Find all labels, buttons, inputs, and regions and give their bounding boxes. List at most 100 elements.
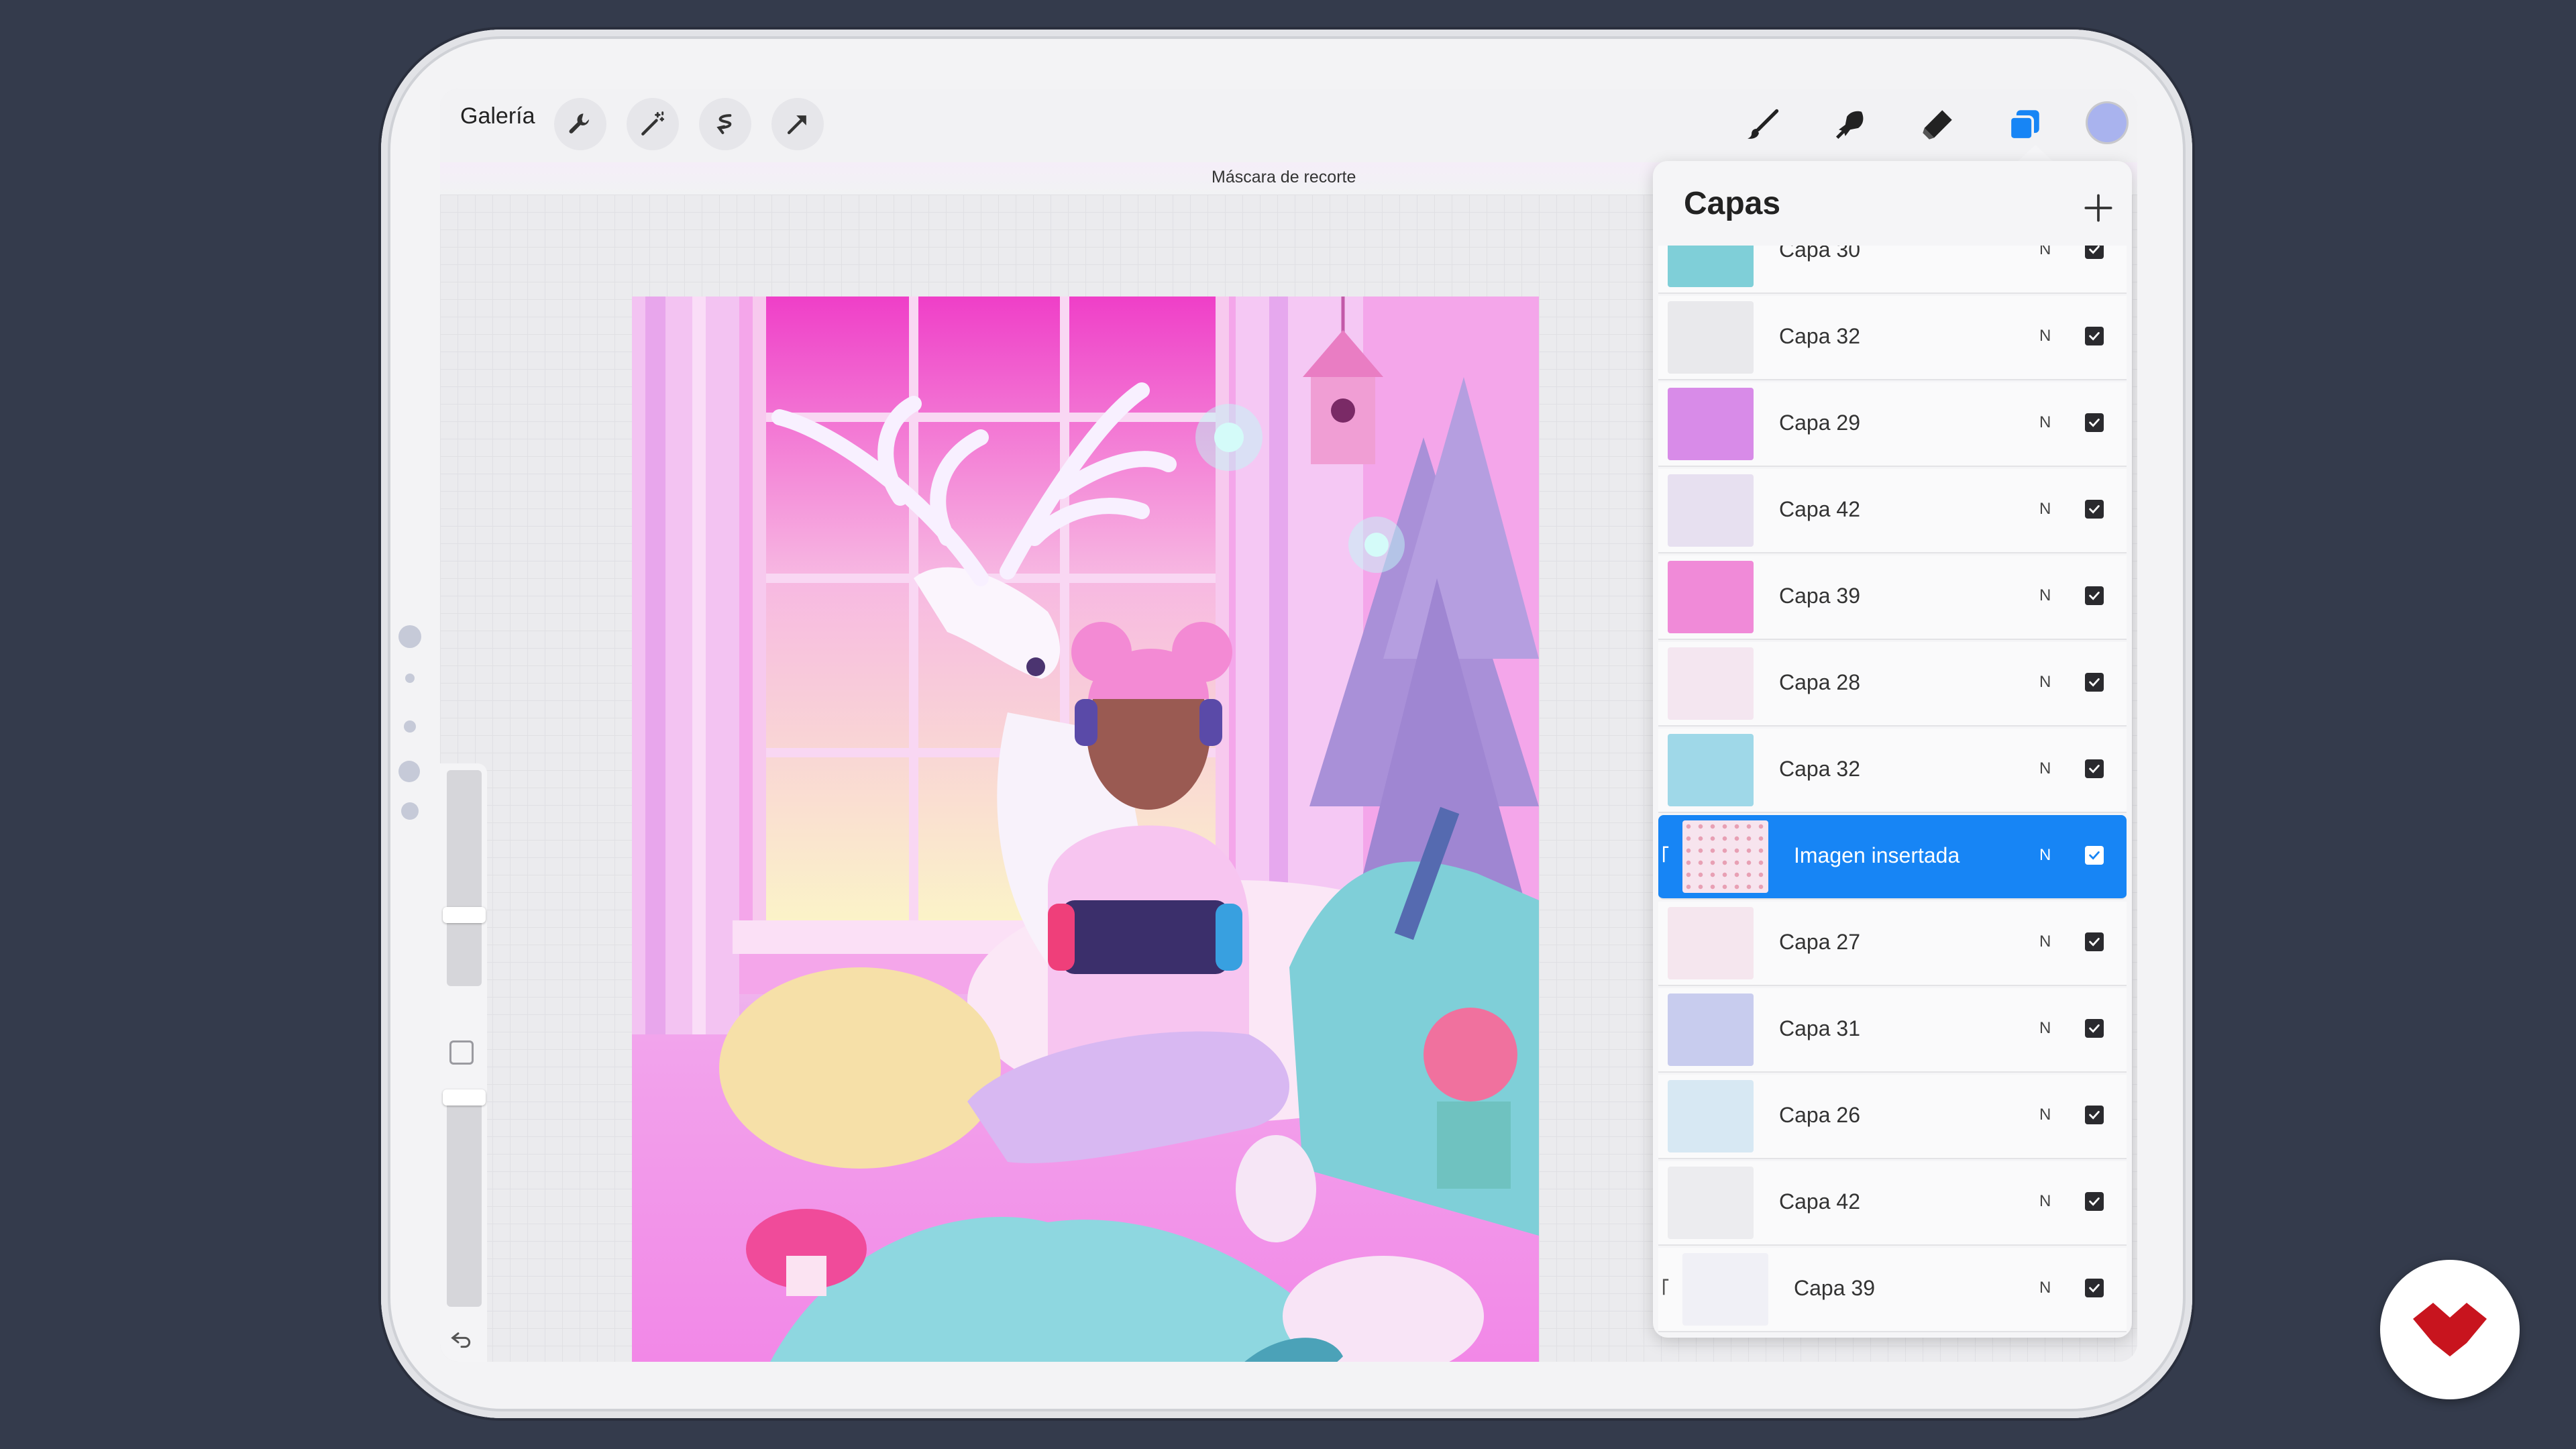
decorative-dot [404,720,416,733]
decorative-dot [398,761,420,782]
layer-blend-mode-button[interactable]: N [2039,932,2051,951]
layer-blend-mode-button[interactable]: N [2039,246,2051,259]
layer-visibility-checkbox[interactable] [2085,500,2104,519]
checkmark-icon [2089,851,2100,860]
layer-blend-mode-button[interactable]: N [2039,673,2051,692]
layer-blend-mode-button[interactable]: N [2039,586,2051,605]
brush-size-slider[interactable] [447,770,482,986]
smudge-tool-button[interactable] [1823,98,1877,152]
eyedropper-button[interactable] [449,1040,474,1065]
layers-tool-button[interactable] [1998,98,2051,152]
layer-row[interactable]: Capa 28 N [1658,642,2127,727]
layer-visibility-checkbox[interactable] [2085,932,2104,951]
layer-row[interactable]: Capa 31 N [1658,988,2127,1073]
layer-blend-mode-button[interactable]: N [2039,413,2051,432]
checkmark-icon [2089,765,2100,773]
layer-thumbnail[interactable] [1682,1253,1768,1326]
layer-blend-mode-button[interactable]: N [2039,846,2051,865]
layer-thumbnail[interactable] [1668,1167,1754,1239]
decorative-dot [401,802,419,820]
layer-blend-mode-button[interactable]: N [2039,759,2051,778]
layer-thumbnail[interactable] [1668,561,1754,633]
illustration [632,297,1539,1362]
brush-size-thumb[interactable] [443,907,486,923]
layer-visibility-checkbox[interactable] [2085,246,2104,259]
layer-blend-mode-button[interactable]: N [2039,1192,2051,1211]
layer-thumbnail[interactable] [1668,301,1754,374]
checkmark-icon [2089,1024,2100,1033]
layer-thumbnail[interactable] [1668,1080,1754,1152]
actions-wrench-button[interactable] [554,98,606,150]
layer-visibility-checkbox[interactable] [2085,673,2104,692]
plus-icon[interactable] [2080,189,2117,227]
procreate-screen: Galería Máscara de recorte Capas Capa 30… [440,89,2137,1362]
layer-visibility-checkbox[interactable] [2085,846,2104,865]
canvas-artwork[interactable] [632,297,1539,1362]
selection-button[interactable] [699,98,751,150]
checkmark-icon [2089,505,2100,514]
eraser-tool-button[interactable] [1911,98,1964,152]
checkmark-icon [2089,1197,2100,1206]
layer-row[interactable]: Capa 27 N [1658,902,2127,986]
layer-blend-mode-button[interactable]: N [2039,1019,2051,1038]
checkmark-icon [2089,1111,2100,1120]
layer-thumbnail[interactable] [1668,734,1754,806]
transform-button[interactable] [771,98,824,150]
layer-thumbnail[interactable] [1668,246,1754,287]
layer-thumbnail[interactable] [1682,820,1768,893]
layer-row[interactable]: Imagen insertada N [1658,815,2127,900]
layer-visibility-checkbox[interactable] [2085,759,2104,778]
undo-icon[interactable] [448,1326,475,1352]
layer-visibility-checkbox[interactable] [2085,413,2104,432]
clipping-mask-arrow-icon [1662,846,1669,863]
clipping-mask-arrow-icon [1662,1279,1669,1295]
checkmark-icon [2089,592,2100,600]
brush-tool-button[interactable] [1736,98,1790,152]
gallery-button[interactable]: Galería [460,103,535,129]
layer-row[interactable]: Capa 32 N [1658,729,2127,813]
layer-blend-mode-button[interactable]: N [2039,1279,2051,1297]
layer-visibility-checkbox[interactable] [2085,1106,2104,1124]
checkmark-icon [2089,246,2100,254]
color-picker-button[interactable] [2088,103,2127,142]
layer-blend-mode-button[interactable]: N [2039,1106,2051,1124]
layer-name: Capa 29 [1779,411,1860,435]
layer-name: Imagen insertada [1794,843,1960,867]
layer-thumbnail[interactable] [1668,474,1754,547]
brush-opacity-thumb[interactable] [443,1089,486,1106]
adjustments-button[interactable] [627,98,679,150]
layer-row[interactable]: Capa 32 N [1658,296,2127,380]
layers-list[interactable]: Capa 30 N Capa 32 N Capa 29 N Capa 42 N Capa 39 N… [1658,246,2127,1338]
layer-thumbnail[interactable] [1668,647,1754,720]
layer-row[interactable]: Capa 30 N [1658,246,2127,294]
layer-row[interactable]: Capa 42 N [1658,469,2127,553]
layer-thumbnail[interactable] [1668,907,1754,979]
layer-name: Capa 30 [1779,246,1860,262]
layer-visibility-checkbox[interactable] [2085,586,2104,605]
layer-visibility-checkbox[interactable] [2085,1019,2104,1038]
layer-thumbnail[interactable] [1668,994,1754,1066]
brush-sidebar [440,763,487,1362]
layer-name: Capa 26 [1779,1103,1860,1127]
layer-row[interactable]: Capa 42 N [1658,1161,2127,1246]
layer-blend-mode-button[interactable]: N [2039,327,2051,345]
layers-panel: Capas Capa 30 N Capa 32 N Capa 29 N Capa 42 N Ca… [1653,161,2132,1338]
layer-thumbnail[interactable] [1668,388,1754,460]
brush-opacity-slider[interactable] [447,1097,482,1307]
layer-name: Capa 28 [1779,670,1860,694]
checkmark-icon [2089,938,2100,947]
layer-visibility-checkbox[interactable] [2085,1192,2104,1211]
layer-name: Capa 32 [1779,324,1860,348]
layer-name: Capa 27 [1779,930,1860,954]
layer-row[interactable]: Capa 26 N [1658,1075,2127,1159]
layer-blend-mode-button[interactable]: N [2039,500,2051,519]
layer-row[interactable]: Capa 29 N [1658,382,2127,467]
layer-row[interactable]: Capa 39 N [1658,1248,2127,1332]
layer-row[interactable]: Capa 39 N [1658,555,2127,640]
layer-visibility-checkbox[interactable] [2085,327,2104,345]
checkmark-icon [2089,1284,2100,1293]
layer-name: Capa 39 [1794,1276,1875,1300]
layer-name: Capa 42 [1779,497,1860,521]
layer-name: Capa 31 [1779,1016,1860,1040]
layer-visibility-checkbox[interactable] [2085,1279,2104,1297]
